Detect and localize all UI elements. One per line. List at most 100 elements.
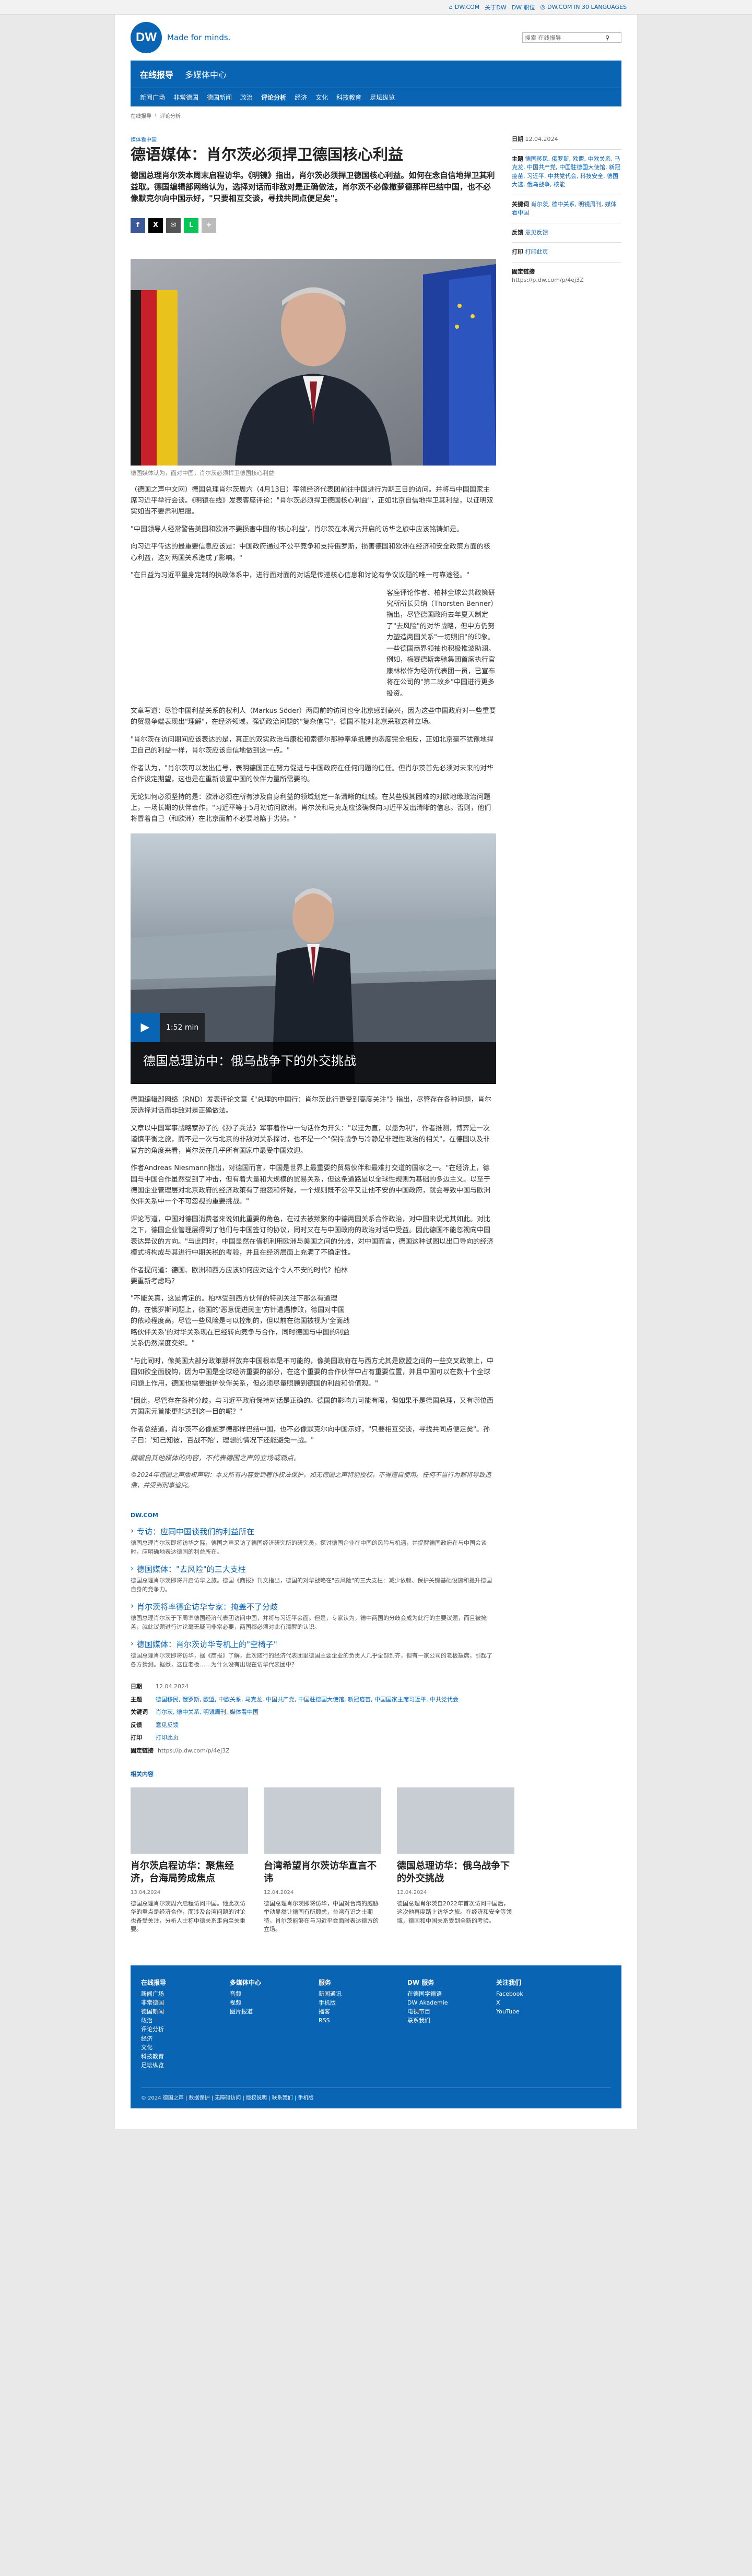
meta-keywords[interactable]: 肖尔茨, 德中关系, 明镜周刊, 媒体看中国 <box>156 1708 258 1717</box>
search-input[interactable] <box>525 34 603 41</box>
breadcrumb-item[interactable]: 评论分析 <box>160 112 181 120</box>
search-icon[interactable]: ⚲ <box>605 34 609 41</box>
teaser-card[interactable]: 德国总理访华：俄乌战争下的外交挑战 12.04.2024 德国总理肖尔茨自202… <box>397 1787 514 1934</box>
teaser-image[interactable] <box>264 1787 381 1854</box>
video-player[interactable]: ▶ 1:52 min 德国总理访中：俄乌战争下的外交挑战 <box>131 833 496 1084</box>
footer-heading[interactable]: 服务 <box>319 1978 392 1988</box>
footer-link[interactable]: 视频 <box>230 1998 303 2007</box>
side-feedback-link[interactable]: 意见反馈 <box>525 229 548 236</box>
teaser-image[interactable] <box>397 1787 514 1854</box>
line-share-icon[interactable]: L <box>184 218 198 233</box>
footer-link[interactable]: 评论分析 <box>141 2025 214 2034</box>
related-item[interactable]: › 德国媒体：肖尔茨访华专机上的"空椅子" 德国总理肖尔茨即将访华，据《商报》了解… <box>131 1639 496 1669</box>
footer-link[interactable]: 手机版 <box>319 1998 392 2007</box>
breadcrumb-item[interactable]: 在线报导 <box>131 112 151 120</box>
side-print-link[interactable]: 打印此页 <box>525 248 548 255</box>
footer-link[interactable]: DW Akademie <box>407 1998 480 2007</box>
email-share-icon[interactable]: ✉ <box>166 218 181 233</box>
paragraph: 作者提问道：德国、欧洲和西方应该如何应对这个令人不安的时代？柏林要重新考虑吗？ <box>131 1266 348 1285</box>
util-link-jobs[interactable]: DW 职位 <box>512 3 535 11</box>
footer-link[interactable]: 新闻通讯 <box>319 1989 392 1998</box>
footer-link[interactable]: 图片报道 <box>230 2007 303 2016</box>
subnav-item-news[interactable]: 新闻广场 <box>140 93 165 102</box>
more-share-icon[interactable]: + <box>202 218 216 233</box>
footer-link[interactable]: 经济 <box>141 2034 214 2043</box>
x-share-icon[interactable]: X <box>148 218 163 233</box>
brand[interactable]: DW Made for minds. <box>131 22 230 53</box>
dw-logo[interactable]: DW <box>131 22 162 53</box>
footer-link[interactable]: 科技教育 <box>141 2052 214 2061</box>
related-item-title[interactable]: 德国媒体：肖尔茨访华专机上的"空椅子" <box>137 1639 277 1650</box>
breadcrumb: 在线报导 › 评论分析 <box>131 112 621 120</box>
side-permalink[interactable]: https://p.dw.com/p/4ej3Z <box>512 277 584 283</box>
footer-heading[interactable]: 关注我们 <box>496 1978 569 1988</box>
footer-link[interactable]: RSS <box>319 2016 392 2025</box>
subnav-item-german-news[interactable]: 德国新闻 <box>207 93 232 102</box>
util-link-home[interactable]: ⌂ DW.COM <box>449 4 479 10</box>
print-link[interactable]: 打印此页 <box>156 1734 179 1743</box>
subnav-item-football[interactable]: 足坛纵览 <box>370 93 395 102</box>
footer-link[interactable]: Facebook <box>496 1989 569 1998</box>
video-title[interactable]: 德国总理访中：俄乌战争下的外交挑战 <box>131 1042 496 1084</box>
subnav-item-culture[interactable]: 文化 <box>315 93 328 102</box>
footer-heading[interactable]: 在线报导 <box>141 1978 214 1988</box>
article-kicker[interactable]: 媒体看中国 <box>131 135 496 143</box>
paragraph: （德国之声中文网）德国总理肖尔茨周六（4月13日）率领经济代表团前往中国进行为期… <box>131 485 494 516</box>
related-item-title[interactable]: 德国媒体："去风险"的三大支柱 <box>137 1564 246 1575</box>
footer-link[interactable]: X <box>496 1998 569 2007</box>
related-item[interactable]: › 德国媒体："去风险"的三大支柱 德国总理肖尔茨即将开启访华之旅。德国《商报》刊… <box>131 1564 496 1594</box>
related-item-title[interactable]: 肖尔茨将率德企访华专家：掩盖不了分歧 <box>137 1601 278 1612</box>
video-controls[interactable]: ▶ 1:52 min <box>131 1012 205 1042</box>
footer-heading[interactable]: 多媒体中心 <box>230 1978 303 1988</box>
footer-link[interactable]: 电视节目 <box>407 2007 480 2016</box>
subnav-item-analysis[interactable]: 评论分析 <box>261 93 286 102</box>
related-content: 相关内容 肖尔茨启程访华：聚焦经济，台海局势成焦点 13.04.2024 德国总… <box>115 1759 637 1934</box>
subnav-item-science[interactable]: 科技教育 <box>336 93 361 102</box>
subnav-item-germany[interactable]: 非常德国 <box>173 93 198 102</box>
share-bar: f X ✉ L + <box>131 218 496 233</box>
util-label: DW.COM IN 30 LANGUAGES <box>547 4 627 10</box>
util-link-about[interactable]: 关于DW <box>485 3 506 11</box>
footer-heading[interactable]: DW 服务 <box>407 1978 480 1988</box>
footer-link[interactable]: 播客 <box>319 2007 392 2016</box>
teaser-card[interactable]: 台湾希望肖尔茨访华直言不讳 12.04.2024 德国总理肖尔茨即将访华，中国对… <box>264 1787 381 1934</box>
teaser-title[interactable]: 台湾希望肖尔茨访华直言不讳 <box>264 1860 381 1886</box>
meta-topics[interactable]: 德国移民, 俄罗斯, 欧盟, 中欧关系, 马克龙, 中国共产党, 中国驻德国大使… <box>156 1696 459 1704</box>
util-link-languages[interactable]: ◎ DW.COM IN 30 LANGUAGES <box>540 4 627 10</box>
related-item-title[interactable]: 专访：应同中国谈我们的利益所在 <box>137 1526 254 1537</box>
subnav-item-economy[interactable]: 经济 <box>295 93 307 102</box>
paragraph: 德国编辑部网络（RND）发表评论文章《"总理的中国行：肖尔茨此行更受到高度关注"… <box>131 1095 491 1115</box>
search-box[interactable]: ⚲ <box>522 32 621 43</box>
paragraph-wrap: 客座评论作者、柏林全球公共政策研究所所长贝纳（Thorsten Benner）指… <box>131 588 496 699</box>
footer-link[interactable]: 德国新闻 <box>141 2007 214 2016</box>
related-item[interactable]: › 专访：应同中国谈我们的利益所在 德国总理肖尔茨即将访华之际，德国之声采访了德国… <box>131 1526 496 1556</box>
copyright-notice: ©2024年德国之声版权声明：本文所有内容受到著作权法保护，如无德国之声特别授权… <box>131 1471 491 1489</box>
teaser-image[interactable] <box>131 1787 248 1854</box>
footer-link[interactable]: YouTube <box>496 2007 569 2016</box>
teaser-card[interactable]: 肖尔茨启程访华：聚焦经济，台海局势成焦点 13.04.2024 德国总理肖尔茨周… <box>131 1787 248 1934</box>
sidebar: 日期 12.04.2024 主题 德国移民, 俄罗斯, 欧盟, 中欧关系, 马克… <box>512 135 621 1759</box>
nav-online[interactable]: 在线报导 <box>140 68 173 80</box>
nav-multimedia[interactable]: 多媒体中心 <box>185 68 227 80</box>
teaser-title[interactable]: 肖尔茨启程访华：聚焦经济，台海局势成焦点 <box>131 1860 248 1886</box>
footer-link[interactable]: 联系我们 <box>407 2016 480 2025</box>
footer-link[interactable]: 足坛纵览 <box>141 2061 214 2070</box>
related-item[interactable]: › 肖尔茨将率德企访华专家：掩盖不了分歧 德国总理肖尔茨于下周率德国经济代表团访问… <box>131 1601 496 1631</box>
footer-legal[interactable]: © 2024 德国之声 | 数据保护 | 无障碍访问 | 版权说明 | 联系我们… <box>141 2087 611 2101</box>
footer-link[interactable]: 音频 <box>230 1989 303 1998</box>
footer-link[interactable]: 文化 <box>141 2043 214 2052</box>
footer-link[interactable]: 非常德国 <box>141 1998 214 2007</box>
feedback-link[interactable]: 意见反馈 <box>156 1721 179 1730</box>
play-icon[interactable]: ▶ <box>131 1012 160 1042</box>
footer-link[interactable]: 新闻广场 <box>141 1989 214 1998</box>
permalink[interactable]: https://p.dw.com/p/4ej3Z <box>158 1747 230 1756</box>
disclaimer: 摘编自其他媒体的内容，不代表德国之声的立场或观点。 <box>131 1454 301 1462</box>
hero-image <box>131 258 496 466</box>
side-topics[interactable]: 德国移民, 俄罗斯, 欧盟, 中欧关系, 马克龙, 中国共产党, 中国驻德国大使… <box>512 156 620 188</box>
footer-link[interactable]: 政治 <box>141 2016 214 2025</box>
footer-link[interactable]: 在德国学德语 <box>407 1989 480 1998</box>
facebook-share-icon[interactable]: f <box>131 218 145 233</box>
teaser-title[interactable]: 德国总理访华：俄乌战争下的外交挑战 <box>397 1860 514 1886</box>
subnav-item-politics[interactable]: 政治 <box>240 93 253 102</box>
video-duration: 1:52 min <box>160 1012 205 1042</box>
